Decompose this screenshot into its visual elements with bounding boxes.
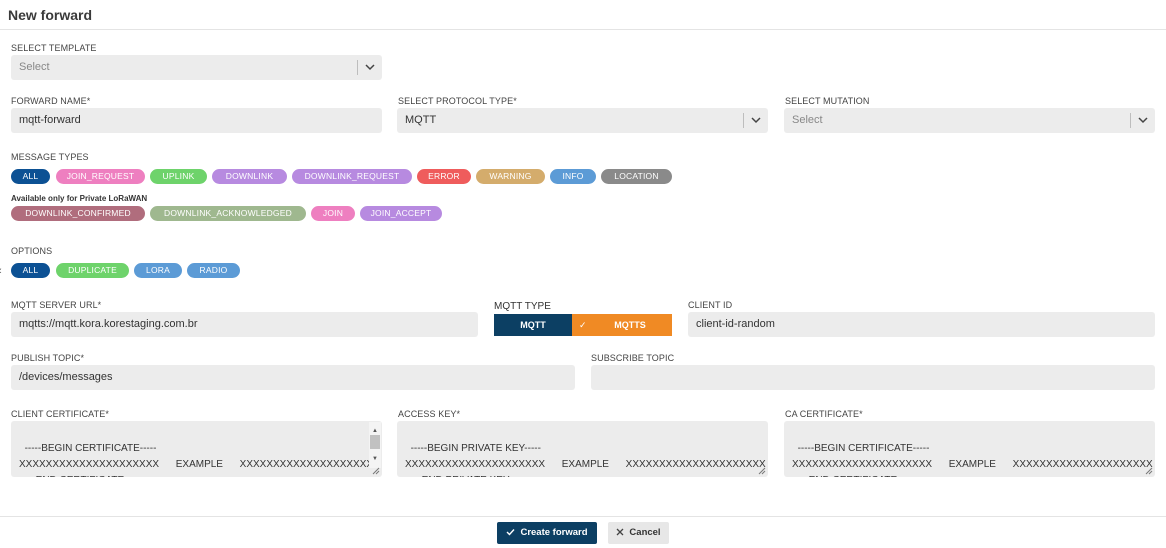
ca-certificate-textarea[interactable]: -----BEGIN CERTIFICATE----- XXXXXXXXXXXX… bbox=[784, 421, 1155, 477]
dropdown-divider bbox=[357, 60, 358, 75]
scroll-thumb[interactable] bbox=[370, 435, 380, 449]
option-all-pill[interactable]: ALL bbox=[11, 263, 50, 278]
chevron-down-icon[interactable] bbox=[1138, 108, 1148, 124]
dialog-title: New forward bbox=[8, 7, 93, 23]
resize-grip-icon[interactable] bbox=[1145, 467, 1153, 475]
message-type-downlink-confirmed-pill[interactable]: DOWNLINK_CONFIRMED bbox=[11, 206, 145, 221]
message-types-label: MESSAGE TYPES bbox=[11, 152, 89, 162]
mutation-dropdown[interactable]: Select bbox=[784, 108, 1155, 133]
chevron-down-icon[interactable] bbox=[365, 55, 375, 71]
mqtt-type-mqtt-label: MQTT bbox=[520, 320, 546, 330]
protocol-type-label: SELECT PROTOCOL TYPE* bbox=[398, 96, 517, 106]
cancel-label: Cancel bbox=[629, 527, 661, 538]
message-type-join-request-pill[interactable]: JOIN_REQUEST bbox=[56, 169, 145, 184]
options-label: OPTIONS bbox=[11, 246, 53, 256]
publish-topic-input[interactable]: /devices/messages bbox=[11, 365, 575, 390]
create-forward-button[interactable]: Create forward bbox=[497, 522, 597, 544]
message-type-downlink-pill[interactable]: DOWNLINK bbox=[212, 169, 287, 184]
protocol-type-value: MQTT bbox=[405, 114, 437, 126]
client-id-input[interactable]: client-id-random bbox=[688, 312, 1155, 337]
mqtt-type-label: MQTT TYPE bbox=[494, 301, 551, 312]
access-key-label: ACCESS KEY* bbox=[398, 409, 461, 419]
chevron-left-icon[interactable]: ‹ bbox=[0, 265, 2, 277]
message-type-info-pill[interactable]: INFO bbox=[550, 169, 596, 184]
chevron-down-icon[interactable] bbox=[751, 108, 761, 124]
client-certificate-text: -----BEGIN CERTIFICATE----- XXXXXXXXXXXX… bbox=[19, 443, 380, 477]
client-id-label: CLIENT ID bbox=[688, 300, 733, 310]
access-key-textarea[interactable]: -----BEGIN PRIVATE KEY----- XXXXXXXXXXXX… bbox=[397, 421, 768, 477]
resize-grip-icon[interactable] bbox=[372, 467, 380, 475]
subscribe-topic-label: SUBSCRIBE TOPIC bbox=[591, 353, 675, 363]
client-certificate-label: CLIENT CERTIFICATE* bbox=[11, 409, 109, 419]
message-type-join-accept-pill[interactable]: JOIN_ACCEPT bbox=[360, 206, 442, 221]
cancel-button[interactable]: Cancel bbox=[608, 522, 669, 544]
option-radio-pill[interactable]: RADIO bbox=[187, 263, 240, 278]
mqtt-server-url-input[interactable]: mqtts://mqtt.kora.korestaging.com.br bbox=[11, 312, 478, 337]
subscribe-topic-input[interactable] bbox=[591, 365, 1155, 390]
select-template-dropdown[interactable]: Select bbox=[11, 55, 382, 80]
check-icon bbox=[506, 529, 515, 536]
mutation-value: Select bbox=[792, 114, 823, 126]
mqtt-type-mqtt-option[interactable]: MQTT bbox=[494, 314, 572, 336]
message-type-location-pill[interactable]: LOCATION bbox=[601, 169, 672, 184]
scroll-down-icon[interactable]: ▼ bbox=[372, 451, 378, 467]
private-lorawan-note: Available only for Private LoRaWAN bbox=[11, 194, 148, 203]
textarea-scrollbar[interactable]: ▲ ▼ bbox=[369, 422, 381, 468]
ca-certificate-label: CA CERTIFICATE* bbox=[785, 409, 863, 419]
mqtt-type-mqtts-option[interactable]: ✓ MQTTS bbox=[572, 314, 672, 336]
message-type-uplink-pill[interactable]: UPLINK bbox=[150, 169, 207, 184]
client-certificate-textarea[interactable]: -----BEGIN CERTIFICATE----- XXXXXXXXXXXX… bbox=[11, 421, 382, 477]
forward-name-label: FORWARD NAME* bbox=[11, 96, 91, 106]
select-template-value: Select bbox=[19, 61, 50, 73]
footer-divider bbox=[0, 516, 1166, 517]
create-forward-label: Create forward bbox=[520, 527, 588, 538]
access-key-text: -----BEGIN PRIVATE KEY----- XXXXXXXXXXXX… bbox=[405, 443, 766, 477]
publish-topic-label: PUBLISH TOPIC* bbox=[11, 353, 85, 363]
message-type-error-pill[interactable]: ERROR bbox=[417, 169, 471, 184]
dropdown-divider bbox=[1130, 113, 1131, 128]
message-type-downlink-request-pill[interactable]: DOWNLINK_REQUEST bbox=[292, 169, 412, 184]
message-type-downlink-acknowledged-pill[interactable]: DOWNLINK_ACKNOWLEDGED bbox=[150, 206, 306, 221]
mqtt-type-mqtts-label: MQTTS bbox=[614, 320, 646, 330]
close-icon bbox=[616, 528, 624, 536]
message-type-join-pill[interactable]: JOIN bbox=[311, 206, 355, 221]
check-icon: ✓ bbox=[579, 320, 587, 330]
forward-name-input[interactable]: mqtt-forward bbox=[11, 108, 382, 133]
option-duplicate-pill[interactable]: DUPLICATE bbox=[56, 263, 129, 278]
resize-grip-icon[interactable] bbox=[758, 467, 766, 475]
dialog-header: New forward bbox=[0, 0, 1166, 30]
select-template-label: SELECT TEMPLATE bbox=[11, 43, 97, 53]
ca-certificate-text: -----BEGIN CERTIFICATE----- XXXXXXXXXXXX… bbox=[792, 443, 1153, 477]
protocol-type-dropdown[interactable]: MQTT bbox=[397, 108, 768, 133]
message-type-all-pill[interactable]: ALL bbox=[11, 169, 50, 184]
mqtt-server-url-label: MQTT SERVER URL* bbox=[11, 300, 102, 310]
dropdown-divider bbox=[743, 113, 744, 128]
option-lora-pill[interactable]: LORA bbox=[134, 263, 182, 278]
message-type-warning-pill[interactable]: WARNING bbox=[476, 169, 545, 184]
mutation-label: SELECT MUTATION bbox=[785, 96, 870, 106]
